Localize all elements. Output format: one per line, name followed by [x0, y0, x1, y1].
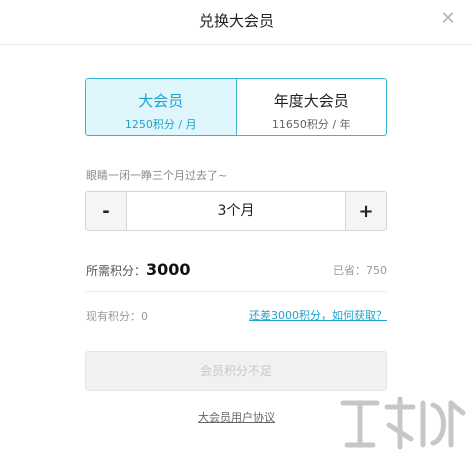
how-to-get-points-link[interactable]: 还差3000积分，如何获取？	[249, 307, 387, 323]
plan-monthly-price: 1250积分 / 月	[124, 118, 197, 131]
plan-monthly-name: 大会员	[138, 92, 184, 110]
watermark-logo-icon	[340, 396, 466, 450]
plan-monthly[interactable]: 大会员 1250积分 / 月	[86, 79, 237, 135]
plan-selector: 大会员 1250积分 / 月 年度大会员 11650积分 / 年	[85, 78, 387, 136]
plan-yearly[interactable]: 年度大会员 11650积分 / 年	[237, 79, 387, 135]
increase-button[interactable]: +	[345, 192, 386, 230]
dialog-title: 兑换大会员	[198, 12, 274, 30]
saved-points: 已省：750	[333, 264, 387, 277]
close-icon[interactable]: ✕	[439, 10, 457, 28]
plan-yearly-name: 年度大会员	[273, 92, 349, 110]
current-points: 现有积分：0	[86, 310, 148, 323]
exchange-dialog: 兑换大会员 ✕ 大会员 1250积分 / 月 年度大会员 11650积分 / 年…	[0, 0, 473, 455]
divider	[85, 291, 387, 292]
duration-value[interactable]: 3个月	[127, 192, 345, 230]
dialog-header: 兑换大会员 ✕	[0, 0, 473, 45]
required-points: 所需积分：3000	[86, 260, 191, 279]
decrease-button[interactable]: -	[86, 192, 127, 230]
plan-yearly-price: 11650积分 / 年	[271, 118, 351, 131]
submit-button[interactable]: 会员积分不足	[85, 351, 387, 391]
required-points-value: 3000	[146, 260, 191, 279]
required-points-label: 所需积分：	[86, 264, 147, 278]
duration-hint: 眼睛一闭一睁三个月过去了~	[86, 169, 228, 182]
duration-stepper: - 3个月 +	[85, 191, 387, 231]
